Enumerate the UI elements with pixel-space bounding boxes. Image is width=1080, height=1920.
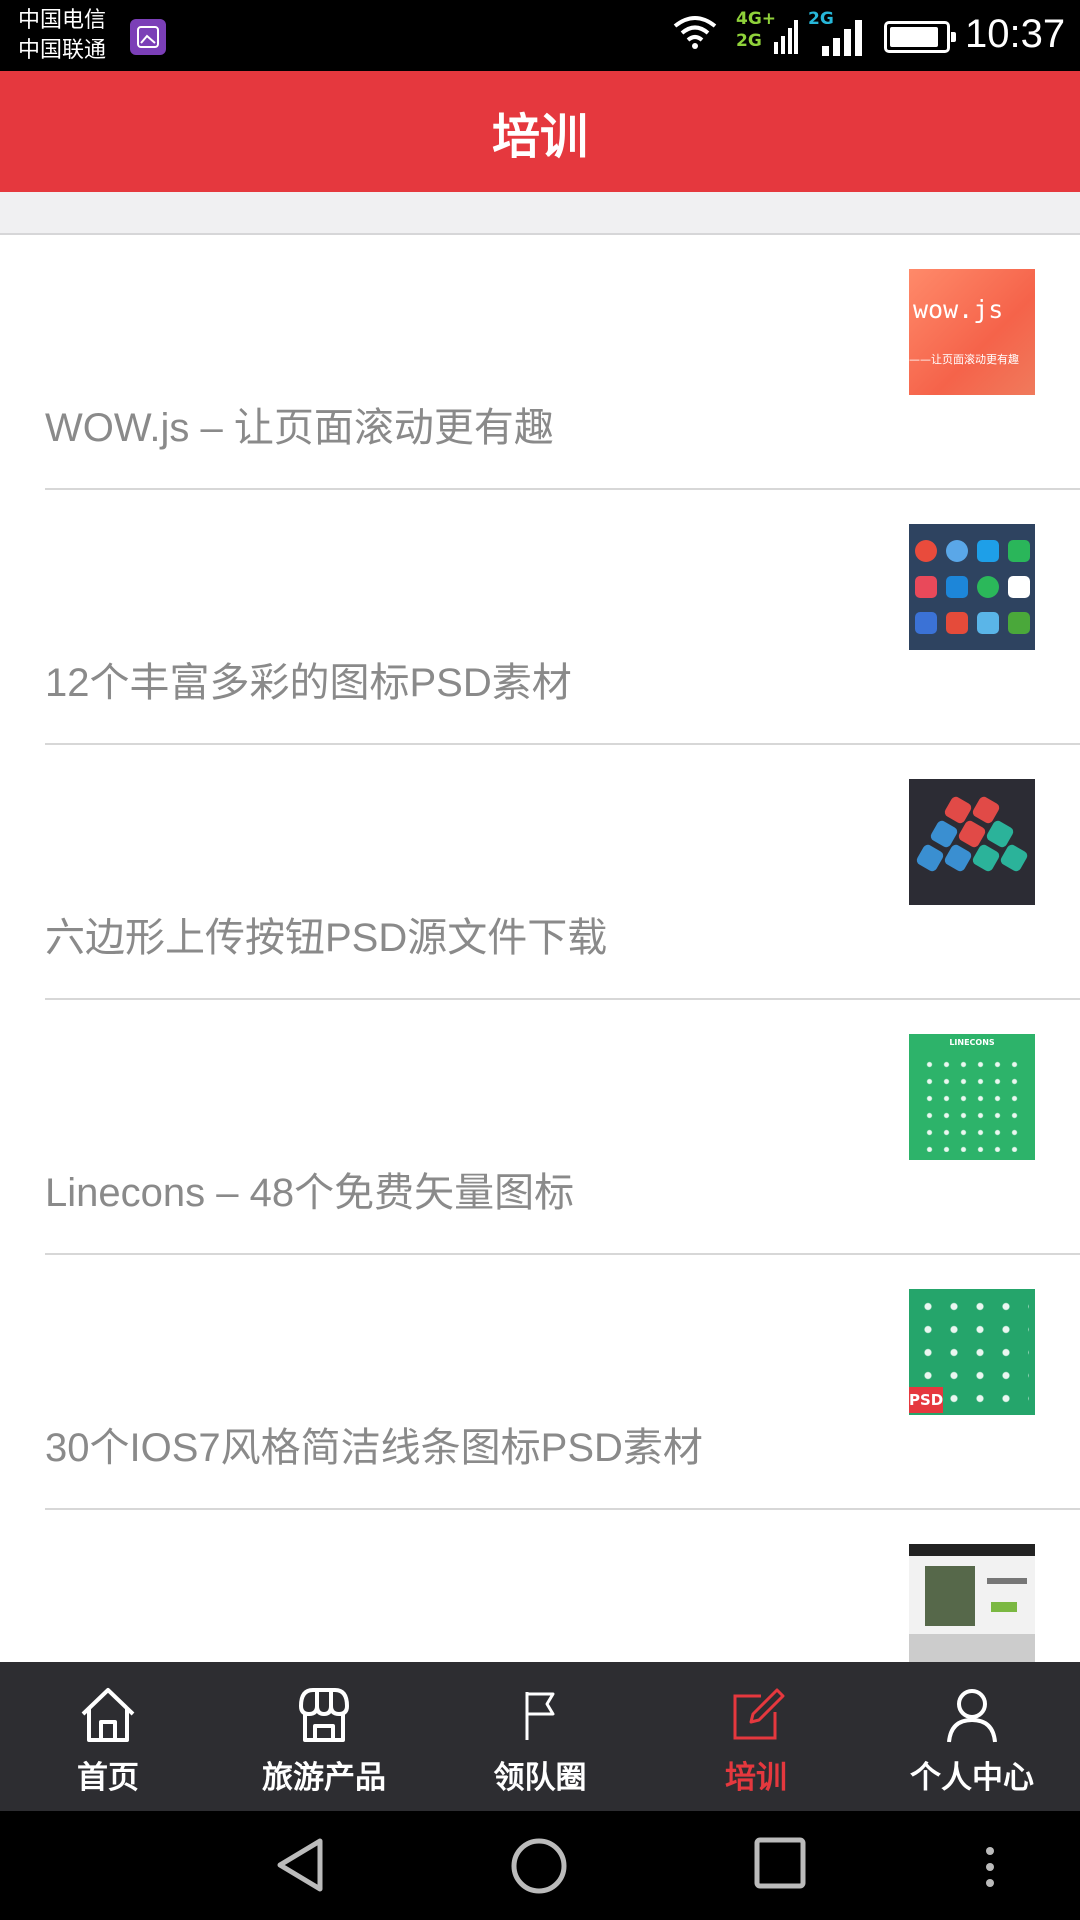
article-thumbnail <box>909 1544 1035 1662</box>
article-title: Linecons – 48个免费矢量图标 <box>45 1171 575 1215</box>
home-icon <box>81 1688 135 1742</box>
wifi-icon <box>673 16 717 49</box>
more-icon[interactable] <box>984 1845 996 1889</box>
clock: 10:37 <box>965 12 1066 56</box>
tab-personal-center[interactable]: 个人中心 <box>864 1662 1080 1811</box>
article-thumbnail: LINECONS <box>909 1034 1035 1160</box>
tab-home[interactable]: 首页 <box>0 1662 216 1811</box>
article-thumbnail <box>909 779 1035 905</box>
tab-label: 旅游产品 <box>262 1760 386 1796</box>
network-type-1: 4G+ 2G <box>736 9 777 51</box>
list-item[interactable]: 30个IOS7风格简洁线条图标PSD素材 PSD <box>45 1255 1080 1510</box>
article-title: 30个IOS7风格简洁线条图标PSD素材 <box>45 1426 703 1470</box>
flag-icon <box>525 1692 555 1740</box>
app-screen: 中国电信 中国联通 4G+ 2G 2G 10:37 培训 WOW.js – 让页… <box>0 0 1080 1920</box>
article-title: 六边形上传按钮PSD源文件下载 <box>45 916 608 960</box>
store-icon <box>299 1688 349 1742</box>
tab-travel-products[interactable]: 旅游产品 <box>216 1662 432 1811</box>
list-item[interactable]: 12个丰富多彩的图标PSD素材 <box>45 490 1080 745</box>
battery-icon <box>884 21 956 53</box>
bottom-tab-bar: 首页 旅游产品 领队圈 培训 个人中心 <box>0 1662 1080 1811</box>
tab-label: 领队圈 <box>493 1760 587 1796</box>
gallery-icon <box>130 19 166 55</box>
list-item[interactable]: Linecons – 48个免费矢量图标 LINECONS <box>45 1000 1080 1255</box>
signal-icon-2 <box>822 20 862 56</box>
tab-leader-circle[interactable]: 领队圈 <box>432 1662 648 1811</box>
status-bar: 中国电信 中国联通 4G+ 2G 2G 10:37 <box>0 0 1080 71</box>
home-button-icon[interactable] <box>510 1837 568 1895</box>
list-item[interactable] <box>45 1510 1080 1662</box>
carrier-2: 中国联通 <box>18 38 107 63</box>
system-navigation-bar <box>0 1811 1080 1920</box>
signal-icon <box>774 20 798 54</box>
tab-label: 首页 <box>77 1760 139 1796</box>
recents-icon[interactable] <box>754 1837 806 1889</box>
carrier-info: 中国电信 中国联通 <box>18 6 106 66</box>
user-icon <box>947 1689 997 1743</box>
tab-label: 培训 <box>725 1760 787 1796</box>
carrier-1: 中国电信 <box>18 8 107 33</box>
back-icon[interactable] <box>272 1837 328 1893</box>
list-item[interactable]: WOW.js – 让页面滚动更有趣 wow.js ——让页面滚动更有趣 <box>45 235 1080 490</box>
tab-label: 个人中心 <box>910 1760 1034 1796</box>
page-title: 培训 <box>491 108 588 165</box>
tab-training[interactable]: 培训 <box>648 1662 864 1811</box>
edit-icon <box>733 1688 785 1740</box>
article-thumbnail: wow.js ——让页面滚动更有趣 <box>909 269 1035 395</box>
header-spacer <box>0 192 1080 235</box>
article-list[interactable]: WOW.js – 让页面滚动更有趣 wow.js ——让页面滚动更有趣 12个丰… <box>0 235 1080 1662</box>
article-title: 12个丰富多彩的图标PSD素材 <box>45 661 572 705</box>
page-header: 培训 <box>0 71 1080 192</box>
article-title: WOW.js – 让页面滚动更有趣 <box>45 406 554 450</box>
article-thumbnail <box>909 524 1035 650</box>
list-item[interactable]: 六边形上传按钮PSD源文件下载 <box>45 745 1080 1000</box>
article-thumbnail: PSD <box>909 1289 1035 1415</box>
